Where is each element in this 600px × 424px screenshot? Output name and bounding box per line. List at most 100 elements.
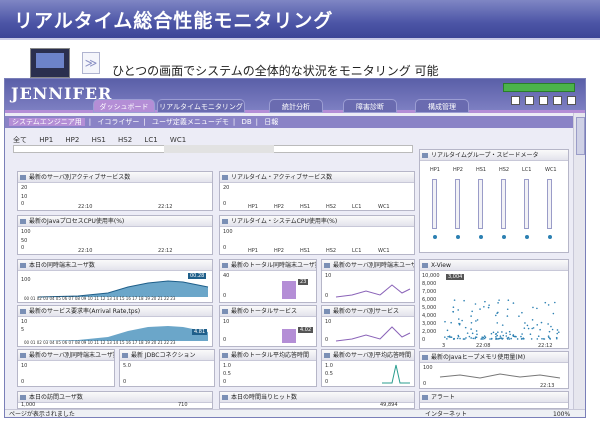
scatter-point: [472, 337, 475, 340]
y-tick: 6,000: [422, 297, 437, 303]
vertical-scrollbar[interactable]: [573, 113, 585, 409]
scatter-point: [450, 336, 453, 339]
scatter-point: [551, 328, 554, 331]
scatter-point: [447, 335, 449, 338]
panel-arrival-rate: 最新のサービス要求率(Arrival Rate,tps) 10 5 00 01 …: [17, 305, 213, 347]
thumbnail-icon: [30, 48, 70, 78]
host-range-slider[interactable]: [13, 145, 413, 153]
scatter-point: [494, 314, 497, 317]
speedometer-host-label: LC1: [522, 167, 532, 173]
zoom-level[interactable]: 100%: [553, 410, 570, 417]
value-badge: 4.02: [298, 327, 314, 333]
y-tick: 10: [21, 363, 28, 369]
scatter-point: [500, 337, 502, 339]
value-badge: 710: [178, 402, 188, 408]
scatter-point: [502, 334, 505, 337]
y-tick: 100: [21, 229, 31, 235]
title-underline: [0, 38, 600, 40]
scatter-point: [555, 336, 558, 339]
host-hp2[interactable]: HP2: [65, 136, 79, 144]
y-tick: 20: [21, 185, 28, 191]
y-tick: 10: [325, 319, 332, 325]
scatter-point: [475, 330, 478, 332]
subnav-db[interactable]: DB: [241, 118, 251, 126]
panel-title: 最新のサービス要求率(Arrival Rate,tps): [18, 306, 212, 317]
window-icon[interactable]: [511, 96, 520, 105]
y-tick: 20: [223, 185, 230, 191]
subnav-daily[interactable]: 日報: [264, 118, 278, 126]
y-tick: 0: [422, 337, 426, 343]
logout-icon[interactable]: [567, 96, 576, 105]
scatter-point: [507, 299, 510, 301]
tab-realtime[interactable]: リアルタイムモニタリング: [157, 99, 245, 113]
scatter-point: [512, 334, 515, 336]
panel-title: 本日の同時端末ユーザ数: [18, 260, 212, 271]
y-tick: 100: [21, 277, 31, 283]
subnav-engineer[interactable]: システムエンジニア用: [9, 118, 85, 126]
y-tick: 0: [21, 245, 25, 251]
panel-realtime-active-services: リアルタイム・アクティブサービス数 20 0 HP1 HP2 HS1 HS2 L…: [219, 171, 415, 211]
value-badge: 3,004: [446, 274, 465, 280]
scatter-point: [540, 321, 543, 324]
y-tick: 1.0: [223, 363, 231, 369]
scatter-point: [475, 336, 478, 339]
scatter-point: [523, 338, 525, 340]
scatter-point: [449, 336, 451, 339]
refresh-icon[interactable]: [539, 96, 548, 105]
panel-title: 最新のサーバ別平均応答時間: [322, 350, 414, 361]
host-lc1[interactable]: LC1: [144, 136, 157, 144]
scatter-point: [464, 326, 467, 329]
scatter-point: [497, 331, 499, 334]
scatter-point: [544, 301, 547, 304]
scatter-point: [466, 332, 469, 334]
scatter-point: [457, 318, 460, 320]
panel-title: 最新のトータル平均応答時間: [220, 350, 316, 361]
scatter-point: [512, 302, 515, 304]
host-wc1[interactable]: WC1: [170, 136, 186, 144]
y-tick: 0: [325, 293, 329, 299]
x-tick: HS1: [300, 248, 311, 254]
x-tick: 22:08: [476, 343, 491, 349]
host-all[interactable]: 全て: [13, 136, 27, 144]
y-tick: 0: [21, 379, 25, 385]
host-hp1[interactable]: HP1: [39, 136, 53, 144]
y-tick: 0.5: [223, 371, 231, 377]
scatter-point: [489, 338, 491, 340]
print-icon[interactable]: [553, 96, 562, 105]
scatter-point: [462, 338, 465, 340]
y-tick: 100: [223, 229, 233, 235]
tab-config[interactable]: 構成管理: [415, 99, 469, 113]
browser-window: JENNIFER ダッシュボード リアルタイムモニタリング 統計分析 障害診断 …: [4, 78, 586, 418]
scatter-point: [496, 312, 498, 315]
x-tick: 22:12: [538, 343, 553, 349]
subnav-custom-menu[interactable]: ユーザ定義メニューデモ: [152, 118, 229, 126]
panel-jdbc: 最新 JDBCコネクション 5.0 0: [119, 349, 215, 387]
x-axis-ticks: 00 01 02 03 04 05 06 07 08 09 10 11 12 1…: [24, 296, 176, 301]
host-hs2[interactable]: HS2: [118, 136, 132, 144]
scatter-point: [459, 337, 461, 340]
speedometer-dot: [479, 235, 483, 239]
scatter-point: [446, 329, 449, 332]
scatter-point: [518, 315, 520, 317]
scatter-point: [532, 306, 534, 309]
y-tick: 40: [223, 273, 230, 279]
tab-dashboard[interactable]: ダッシュボード: [93, 99, 155, 113]
subnav-equalizer[interactable]: イコライザー: [97, 118, 139, 126]
expand-icon[interactable]: [525, 96, 534, 105]
speedometer-dot: [548, 235, 552, 239]
y-tick: 50: [21, 238, 28, 244]
speedometer-dot: [502, 235, 506, 239]
scatter-point: [470, 337, 472, 339]
user-bar[interactable]: [503, 83, 575, 92]
tab-statistics[interactable]: 統計分析: [269, 99, 323, 113]
tab-diagnosis[interactable]: 障害診断: [343, 99, 397, 113]
panel-title: リアルタイムグループ・スピードメータ: [420, 150, 568, 161]
x-tick: LC1: [352, 248, 362, 254]
panel-title: 最新のJavaプロセスCPU使用率(%): [18, 216, 212, 227]
host-hs1[interactable]: HS1: [92, 136, 106, 144]
scatter-point: [531, 319, 534, 321]
scatter-point: [444, 320, 446, 323]
speedometer-bar: [524, 179, 529, 229]
line-chart: [382, 364, 410, 384]
speedometer-dot: [456, 235, 460, 239]
